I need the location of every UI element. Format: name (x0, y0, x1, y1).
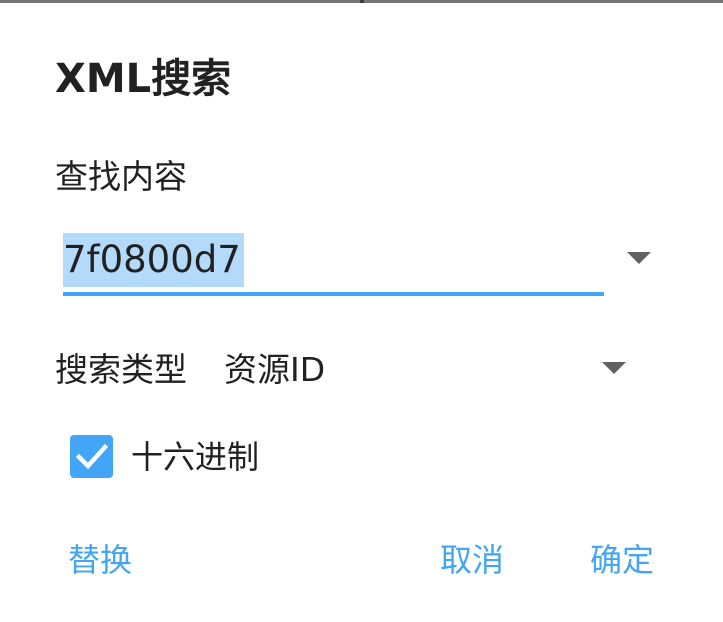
find-content-label: 查找内容 (55, 157, 187, 196)
search-type-chevron-down-icon[interactable] (602, 362, 626, 374)
hex-checkbox-label: 十六进制 (131, 438, 260, 476)
hex-checkbox[interactable] (70, 435, 113, 478)
search-type-label: 搜索类型 (55, 350, 187, 389)
history-dropdown-chevron-down-icon[interactable] (627, 252, 651, 264)
input-underline (63, 292, 604, 296)
search-type-value[interactable]: 资源ID (224, 345, 325, 395)
search-type-spinner[interactable]: 搜索类型 资源ID (55, 345, 645, 395)
xml-search-dialog: XML搜索 查找内容 7f0800d7 搜索类型 资源ID 十六进制 替换 取消… (0, 0, 723, 622)
confirm-button[interactable]: 确定 (590, 536, 654, 584)
dialog-title: XML搜索 (55, 56, 232, 102)
cancel-button[interactable]: 取消 (440, 536, 504, 584)
divider-notch (360, 0, 364, 3)
top-divider (0, 0, 723, 3)
hex-checkbox-row[interactable]: 十六进制 (70, 435, 330, 479)
replace-button[interactable]: 替换 (68, 536, 132, 584)
find-content-input[interactable]: 7f0800d7 (63, 226, 604, 298)
checkmark-icon (75, 443, 109, 470)
find-content-value[interactable]: 7f0800d7 (63, 233, 241, 287)
